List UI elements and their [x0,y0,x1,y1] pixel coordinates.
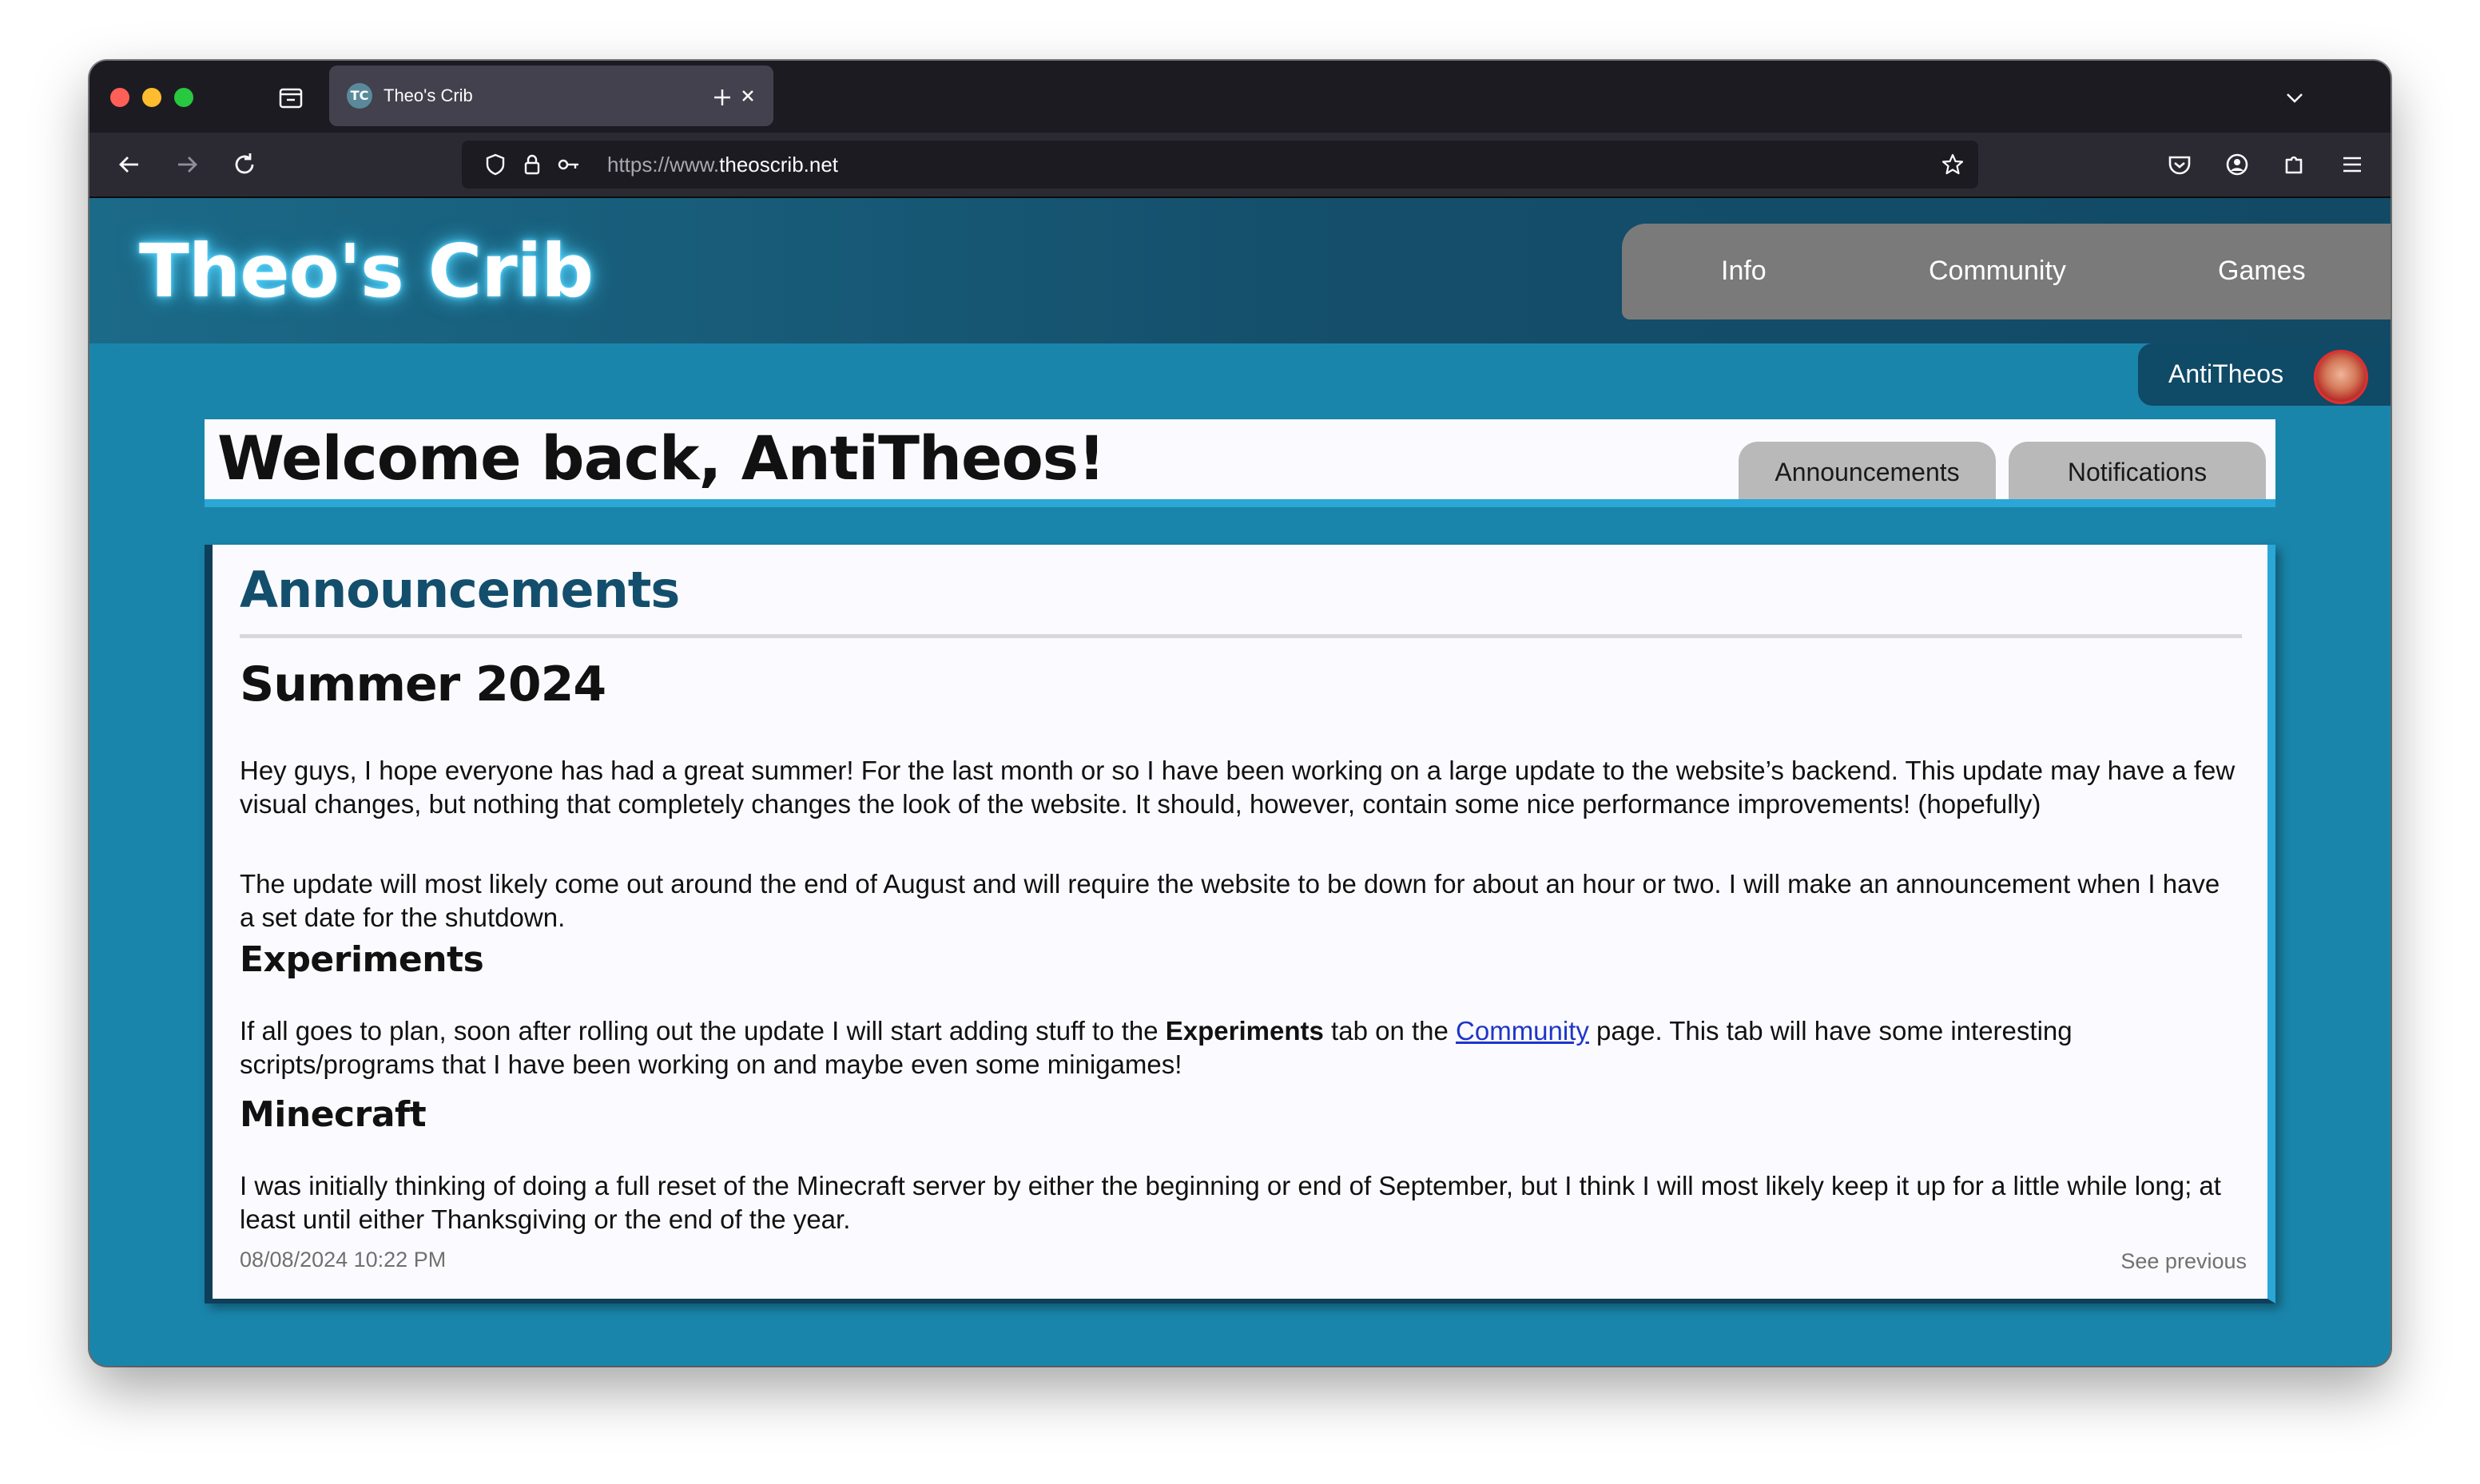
post-title: Summer 2024 [240,657,606,712]
nav-item-info[interactable]: Info [1721,256,1767,287]
close-window-button[interactable] [110,88,129,107]
announcements-card: Announcements Summer 2024 Hey guys, I ho… [205,545,2275,1303]
page-title: Welcome back, AntiTheos! [217,423,1106,494]
nav-item-games[interactable]: Games [2218,256,2306,287]
p3-text-middle: tab on the [1323,1016,1457,1046]
key-icon[interactable] [556,152,582,177]
back-arrow-icon[interactable] [113,149,145,181]
welcome-bar: Welcome back, AntiTheos! Announcements N… [205,419,2275,507]
minimize-window-button[interactable] [142,88,161,107]
star-icon[interactable] [1940,152,1965,177]
plus-icon[interactable] [709,85,735,110]
p3-text-start: If all goes to plan, soon after rolling … [240,1016,1166,1046]
post-paragraph-1: Hey guys, I hope everyone has had a grea… [240,756,2236,819]
url-text[interactable]: https://www.theoscrib.net [607,151,838,178]
pocket-icon[interactable] [2164,149,2196,181]
post-paragraph-4: I was initially thinking of doing a full… [240,1171,2221,1234]
community-link[interactable]: Community [1456,1016,1589,1046]
browser-window: TC Theo's Crib https://www.theoscrib.net… [89,61,2391,1366]
tab-strip: TC Theo's Crib [89,61,2391,133]
avatar [2314,350,2368,404]
announcements-heading: Announcements [240,561,680,619]
url-domain: theoscrib.net [719,153,839,177]
lock-icon[interactable] [519,152,545,177]
forward-arrow-icon[interactable] [171,149,203,181]
nav-item-community[interactable]: Community [1929,256,2066,287]
main-nav: Info Community Games [1622,224,2391,319]
experiments-bold: Experiments [1165,1016,1324,1046]
puzzle-icon[interactable] [2279,149,2311,181]
post-date: 08/08/2024 10:22 PM [240,1248,447,1272]
user-badge[interactable]: AntiTheos [2138,343,2391,406]
close-icon[interactable] [737,85,759,107]
post-paragraph-3: If all goes to plan, soon after rolling … [240,1014,2237,1081]
chevron-down-icon[interactable] [2282,85,2307,110]
username: AntiTheos [2168,359,2284,388]
tab-title: Theo's Crib [384,85,473,105]
site-logo[interactable]: Theo's Crib [139,228,594,314]
browser-tab-active[interactable]: TC Theo's Crib [329,65,773,126]
divider [240,634,2242,638]
tab-announcements[interactable]: Announcements [1739,442,1996,499]
url-scheme: https://www. [607,153,720,177]
navigation-toolbar: https://www.theoscrib.net [89,133,2391,198]
post-paragraph-2: The update will most likely come out aro… [240,869,2220,932]
experiments-heading: Experiments [240,939,484,980]
account-icon[interactable] [2221,149,2253,181]
tab-notifications[interactable]: Notifications [2009,442,2266,499]
site-favicon-icon: TC [347,83,372,109]
tab-overview-icon[interactable] [276,83,305,112]
reload-icon[interactable] [229,149,260,181]
address-bar[interactable]: https://www.theoscrib.net [462,141,1978,188]
site-header: Theo's Crib Info Community Games [89,198,2391,343]
see-previous-link[interactable]: See previous [2120,1249,2247,1274]
shield-icon[interactable] [483,152,508,177]
maximize-window-button[interactable] [174,88,193,107]
minecraft-heading: Minecraft [240,1094,427,1135]
hamburger-menu-icon[interactable] [2336,149,2368,181]
